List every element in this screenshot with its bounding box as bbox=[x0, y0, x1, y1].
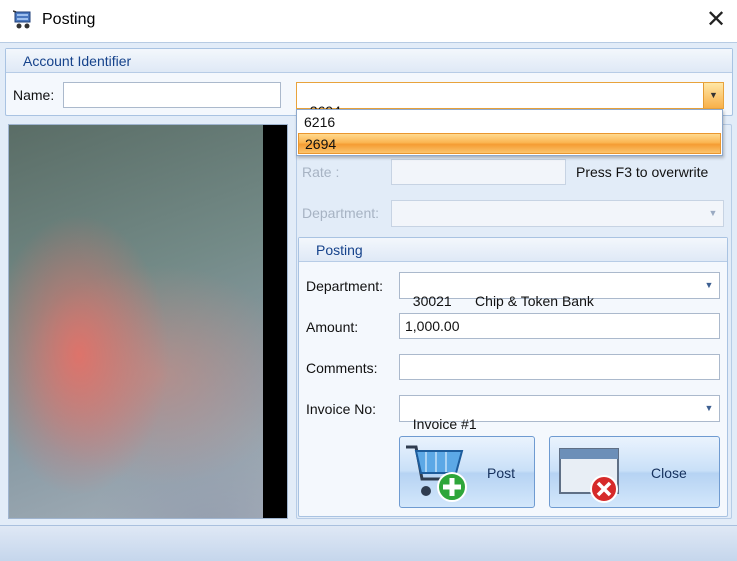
title-bar: Posting ✕ bbox=[0, 0, 737, 42]
status-bar bbox=[0, 525, 737, 561]
window-close-button[interactable]: ✕ bbox=[700, 5, 732, 35]
chevron-down-icon[interactable]: ▼ bbox=[699, 396, 719, 421]
account-combo[interactable]: 2694 ▼ bbox=[296, 82, 724, 119]
amount-input[interactable] bbox=[399, 313, 720, 339]
invoice-value: Invoice #1 bbox=[412, 416, 477, 432]
department-label: Department: bbox=[306, 278, 384, 294]
post-button[interactable]: Post bbox=[399, 436, 535, 508]
window-title: Posting bbox=[42, 11, 96, 28]
comments-input[interactable] bbox=[399, 354, 720, 380]
amount-label: Amount: bbox=[306, 319, 359, 335]
name-label: Name: bbox=[13, 87, 55, 103]
rate-hint: Press F3 to overwrite bbox=[576, 164, 709, 180]
close-button[interactable]: Close bbox=[549, 436, 720, 508]
cart-add-icon bbox=[406, 445, 467, 502]
department-top-label: Department: bbox=[302, 205, 380, 221]
chevron-down-icon[interactable]: ▼ bbox=[703, 201, 723, 226]
dropdown-option-6216[interactable]: 6216 bbox=[298, 112, 721, 133]
name-input[interactable] bbox=[63, 82, 281, 108]
comments-label: Comments: bbox=[306, 360, 378, 376]
rate-input[interactable] bbox=[391, 159, 566, 185]
invoice-label: Invoice No: bbox=[306, 401, 377, 417]
chevron-down-icon[interactable]: ▼ bbox=[703, 83, 723, 108]
account-identifier-header: Account Identifier bbox=[6, 49, 732, 73]
posting-header: Posting bbox=[299, 238, 727, 262]
invoice-combo[interactable]: Invoice #1 ▼ bbox=[399, 395, 720, 432]
dropdown-option-2694[interactable]: 2694 bbox=[298, 133, 721, 154]
department-top-combo[interactable]: ▼ bbox=[391, 200, 724, 227]
close-button-label: Close bbox=[651, 465, 687, 481]
cart-icon bbox=[13, 10, 31, 29]
post-button-label: Post bbox=[487, 465, 516, 481]
window-close-icon bbox=[559, 448, 619, 503]
department-combo[interactable]: 30021 Chip & Token Bank ▼ bbox=[399, 272, 720, 309]
chevron-down-icon[interactable]: ▼ bbox=[699, 273, 719, 298]
account-dropdown-list: 6216 2694 bbox=[296, 109, 723, 156]
department-value: 30021 Chip & Token Bank bbox=[412, 293, 594, 309]
close-icon: ✕ bbox=[705, 6, 727, 33]
rate-label: Rate : bbox=[302, 164, 340, 180]
camera-border bbox=[263, 125, 287, 518]
camera-preview bbox=[8, 124, 288, 519]
